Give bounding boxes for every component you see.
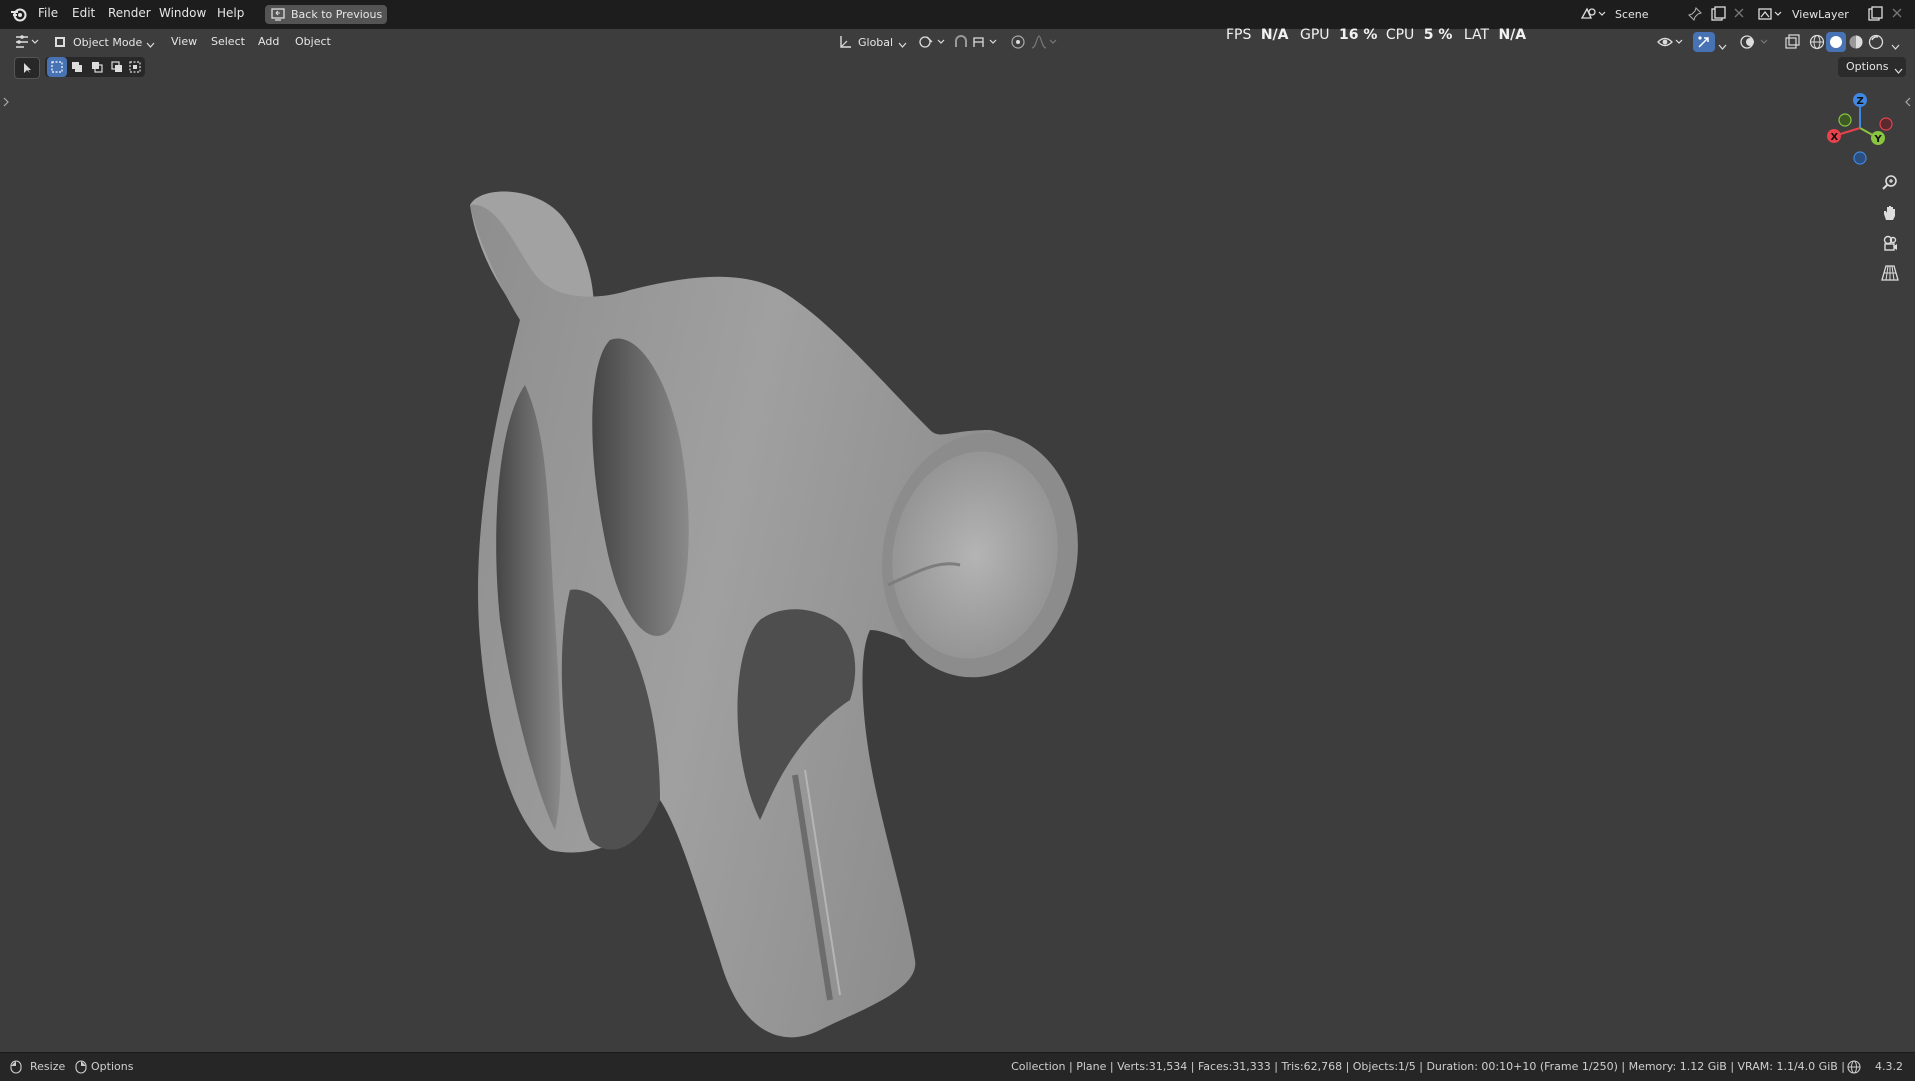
xray-toggle-icon[interactable] <box>1784 34 1800 53</box>
editor-type-icon[interactable] <box>14 34 40 53</box>
blender-logo-icon[interactable] <box>10 6 28 25</box>
select-difference-button[interactable] <box>107 57 127 77</box>
select-tool-button[interactable] <box>14 57 40 79</box>
menu-view[interactable]: View <box>171 35 197 48</box>
transform-orientation-label: Global <box>858 36 894 49</box>
fps-value: N/A <box>1260 27 1289 43</box>
gpu-label: GPU <box>1299 27 1330 43</box>
gizmo-y-label: Y <box>1874 134 1883 145</box>
viewlayer-name-field[interactable]: ViewLayer <box>1785 5 1867 24</box>
selection-mode-group <box>45 57 145 77</box>
top-menubar: File Edit Render Window Help Back to Pre… <box>0 0 1915 29</box>
delete-viewlayer-icon[interactable] <box>1891 7 1903 22</box>
gizmo-toggle-button[interactable] <box>1693 32 1715 52</box>
select-intersect-button[interactable] <box>125 57 145 77</box>
shading-options-chevron-icon[interactable] <box>1891 40 1900 54</box>
perspective-toggle-button[interactable] <box>1876 260 1904 288</box>
select-new-button[interactable] <box>47 57 67 77</box>
version-label: 4.3.2 <box>1875 1060 1903 1073</box>
rendered-shading-icon[interactable] <box>1868 34 1884 53</box>
cpu-value: 5 % <box>1423 27 1453 43</box>
hand-icon <box>1881 204 1899 225</box>
visibility-icon[interactable] <box>1657 34 1685 53</box>
gpu-value: 16 % <box>1338 27 1378 43</box>
grid-perspective-icon <box>1881 264 1899 285</box>
new-viewlayer-icon[interactable] <box>1867 6 1883 25</box>
orientation-icon <box>838 35 852 52</box>
mouse-left-icon <box>10 1060 22 1077</box>
viewlayer-browse-icon[interactable] <box>1757 6 1783 25</box>
menu-file[interactable]: File <box>38 6 58 20</box>
menu-object[interactable]: Object <box>295 35 331 48</box>
object-mode-dropdown[interactable]: Object Mode <box>50 32 158 52</box>
material-shading-icon[interactable] <box>1848 34 1864 53</box>
cpu-label: CPU <box>1385 27 1415 43</box>
scene-browse-icon[interactable] <box>1580 6 1606 25</box>
falloff-icon[interactable] <box>1030 34 1058 53</box>
menu-add[interactable]: Add <box>258 35 279 48</box>
delete-scene-icon[interactable] <box>1733 7 1745 22</box>
scene-statistics: Collection | Plane | Verts:31,534 | Face… <box>1011 1060 1845 1073</box>
gizmo-x-label: X <box>1831 132 1839 143</box>
screen-back-icon <box>271 8 285 24</box>
navigation-gizmo[interactable]: Z Y X <box>1820 88 1900 168</box>
pan-button[interactable] <box>1876 200 1904 228</box>
menu-window[interactable]: Window <box>159 6 206 20</box>
wireframe-shading-icon[interactable] <box>1809 34 1825 53</box>
status-options-label: Options <box>91 1060 134 1073</box>
chevron-down-icon <box>1894 64 1903 78</box>
zoom-icon <box>1881 174 1899 195</box>
options-label: Options <box>1846 60 1889 73</box>
status-bar: Resize Options Collection | Plane | Vert… <box>0 1052 1915 1081</box>
camera-icon <box>1881 234 1899 255</box>
solid-shading-button[interactable] <box>1826 32 1846 52</box>
select-subtract-button[interactable] <box>87 57 107 77</box>
options-dropdown[interactable]: Options <box>1838 57 1906 77</box>
overlays-icon[interactable] <box>1740 34 1770 53</box>
scene-name-field[interactable]: Scene <box>1608 5 1690 24</box>
scene-name: Scene <box>1615 8 1649 21</box>
object-mode-label: Object Mode <box>73 36 143 49</box>
back-to-previous-label: Back to Previous <box>291 8 383 21</box>
proportional-edit-icon[interactable] <box>1010 34 1026 53</box>
performance-overlay: FPS N/A GPU 16 % CPU 5 % LAT N/A <box>1226 27 1526 43</box>
select-extend-button[interactable] <box>67 57 87 77</box>
viewport-header: Object Mode View Select Add Object Globa… <box>0 29 1915 55</box>
fps-label: FPS <box>1226 27 1252 43</box>
menu-help[interactable]: Help <box>217 6 244 20</box>
back-to-previous-button[interactable]: Back to Previous <box>265 5 387 24</box>
new-scene-icon[interactable] <box>1710 6 1726 25</box>
gizmo-options-chevron-icon[interactable] <box>1718 40 1727 54</box>
menu-edit[interactable]: Edit <box>72 6 95 20</box>
camera-view-button[interactable] <box>1876 230 1904 258</box>
3d-model-object[interactable] <box>440 170 1100 1050</box>
lat-label: LAT <box>1463 27 1490 43</box>
sidebar-expand-arrow-icon[interactable] <box>1905 96 1911 110</box>
chevron-down-icon <box>898 38 907 52</box>
object-mode-icon <box>53 35 67 52</box>
transform-orientation-dropdown[interactable]: Global <box>836 32 908 52</box>
snap-toggle-icon[interactable] <box>953 34 969 53</box>
viewlayer-name: ViewLayer <box>1792 8 1849 21</box>
mouse-right-icon <box>75 1060 87 1077</box>
menu-select[interactable]: Select <box>211 35 245 48</box>
gizmo-z-label: Z <box>1857 96 1864 107</box>
lat-value: N/A <box>1498 27 1527 43</box>
toolbar-expand-arrow-icon[interactable] <box>3 96 9 110</box>
menu-render[interactable]: Render <box>108 6 151 20</box>
network-globe-icon <box>1847 1060 1861 1077</box>
pivot-point-icon[interactable] <box>918 34 946 53</box>
snap-target-icon[interactable] <box>972 34 1000 53</box>
pin-icon[interactable] <box>1687 6 1703 24</box>
chevron-down-icon <box>146 38 155 52</box>
status-resize-label: Resize <box>30 1060 66 1073</box>
zoom-button[interactable] <box>1876 170 1904 198</box>
